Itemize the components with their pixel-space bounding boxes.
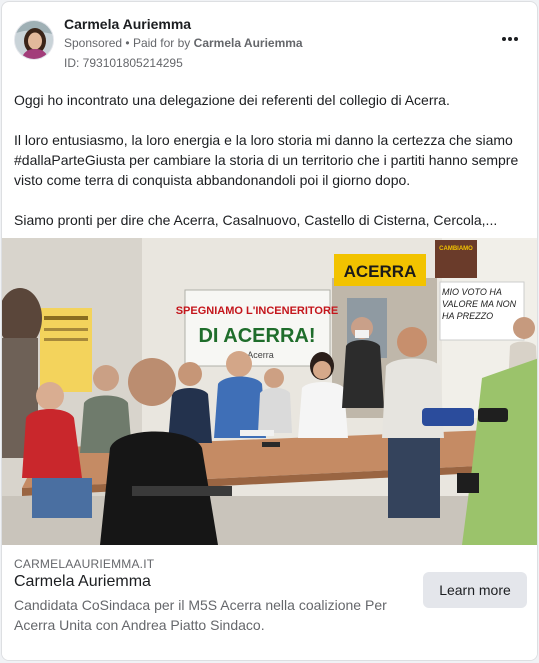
- post-text: Oggi ho incontrato una delegazione dei r…: [14, 90, 526, 230]
- link-description: Candidata CoSindaca per il M5S Acerra ne…: [14, 597, 387, 633]
- ad-id: ID: 793101805214295: [64, 56, 183, 70]
- post-header: Carmela Auriemma Sponsored • Paid for by…: [14, 14, 525, 74]
- poster-text: MIO VOTO HA VALORE MA NON HA PREZZO: [442, 287, 517, 321]
- ad-photo[interactable]: SPEGNIAMO L'INCENERITORE DI ACERRA! p Ac…: [2, 238, 537, 545]
- paid-for-prefix: Paid for by: [132, 36, 191, 50]
- learn-more-button[interactable]: Learn more: [423, 572, 527, 608]
- more-options-icon: [502, 37, 506, 41]
- ad-card: Carmela Auriemma Sponsored • Paid for by…: [1, 1, 538, 661]
- link-title: Carmela Auriemma: [14, 573, 151, 590]
- sponsored-label: Sponsored: [64, 36, 123, 50]
- post-paragraph: Il loro entusiasmo, la loro energia e la…: [14, 132, 519, 188]
- banner-line-2: DI ACERRA!: [198, 325, 315, 347]
- banner-line-1: SPEGNIAMO L'INCENERITORE: [176, 305, 339, 317]
- post-paragraph: Siamo pronti per dire che Acerra, Casaln…: [14, 212, 498, 228]
- avatar-image: [15, 21, 53, 59]
- cambiamo-sign: CAMBIAMO: [439, 246, 473, 252]
- link-preview[interactable]: CARMELAAURIEMMA.IT Carmela Auriemma Cand…: [2, 545, 537, 660]
- separator-dot: •: [125, 36, 130, 50]
- link-domain: CARMELAAURIEMMA.IT: [14, 557, 155, 571]
- post-paragraph: Oggi ho incontrato una delegazione dei r…: [14, 92, 450, 108]
- meeting-photo: SPEGNIAMO L'INCENERITORE DI ACERRA! p Ac…: [2, 238, 537, 545]
- vote-poster: MIO VOTO HA VALORE MA NON HA PREZZO: [439, 281, 525, 341]
- avatar[interactable]: [14, 20, 54, 60]
- sponsored-line: Sponsored • Paid for by Carmela Auriemma: [64, 36, 303, 50]
- author-name[interactable]: Carmela Auriemma: [64, 16, 191, 32]
- paid-for-name[interactable]: Carmela Auriemma: [194, 36, 303, 50]
- acerra-sign: ACERRA: [344, 262, 417, 281]
- more-options-button[interactable]: [497, 26, 523, 52]
